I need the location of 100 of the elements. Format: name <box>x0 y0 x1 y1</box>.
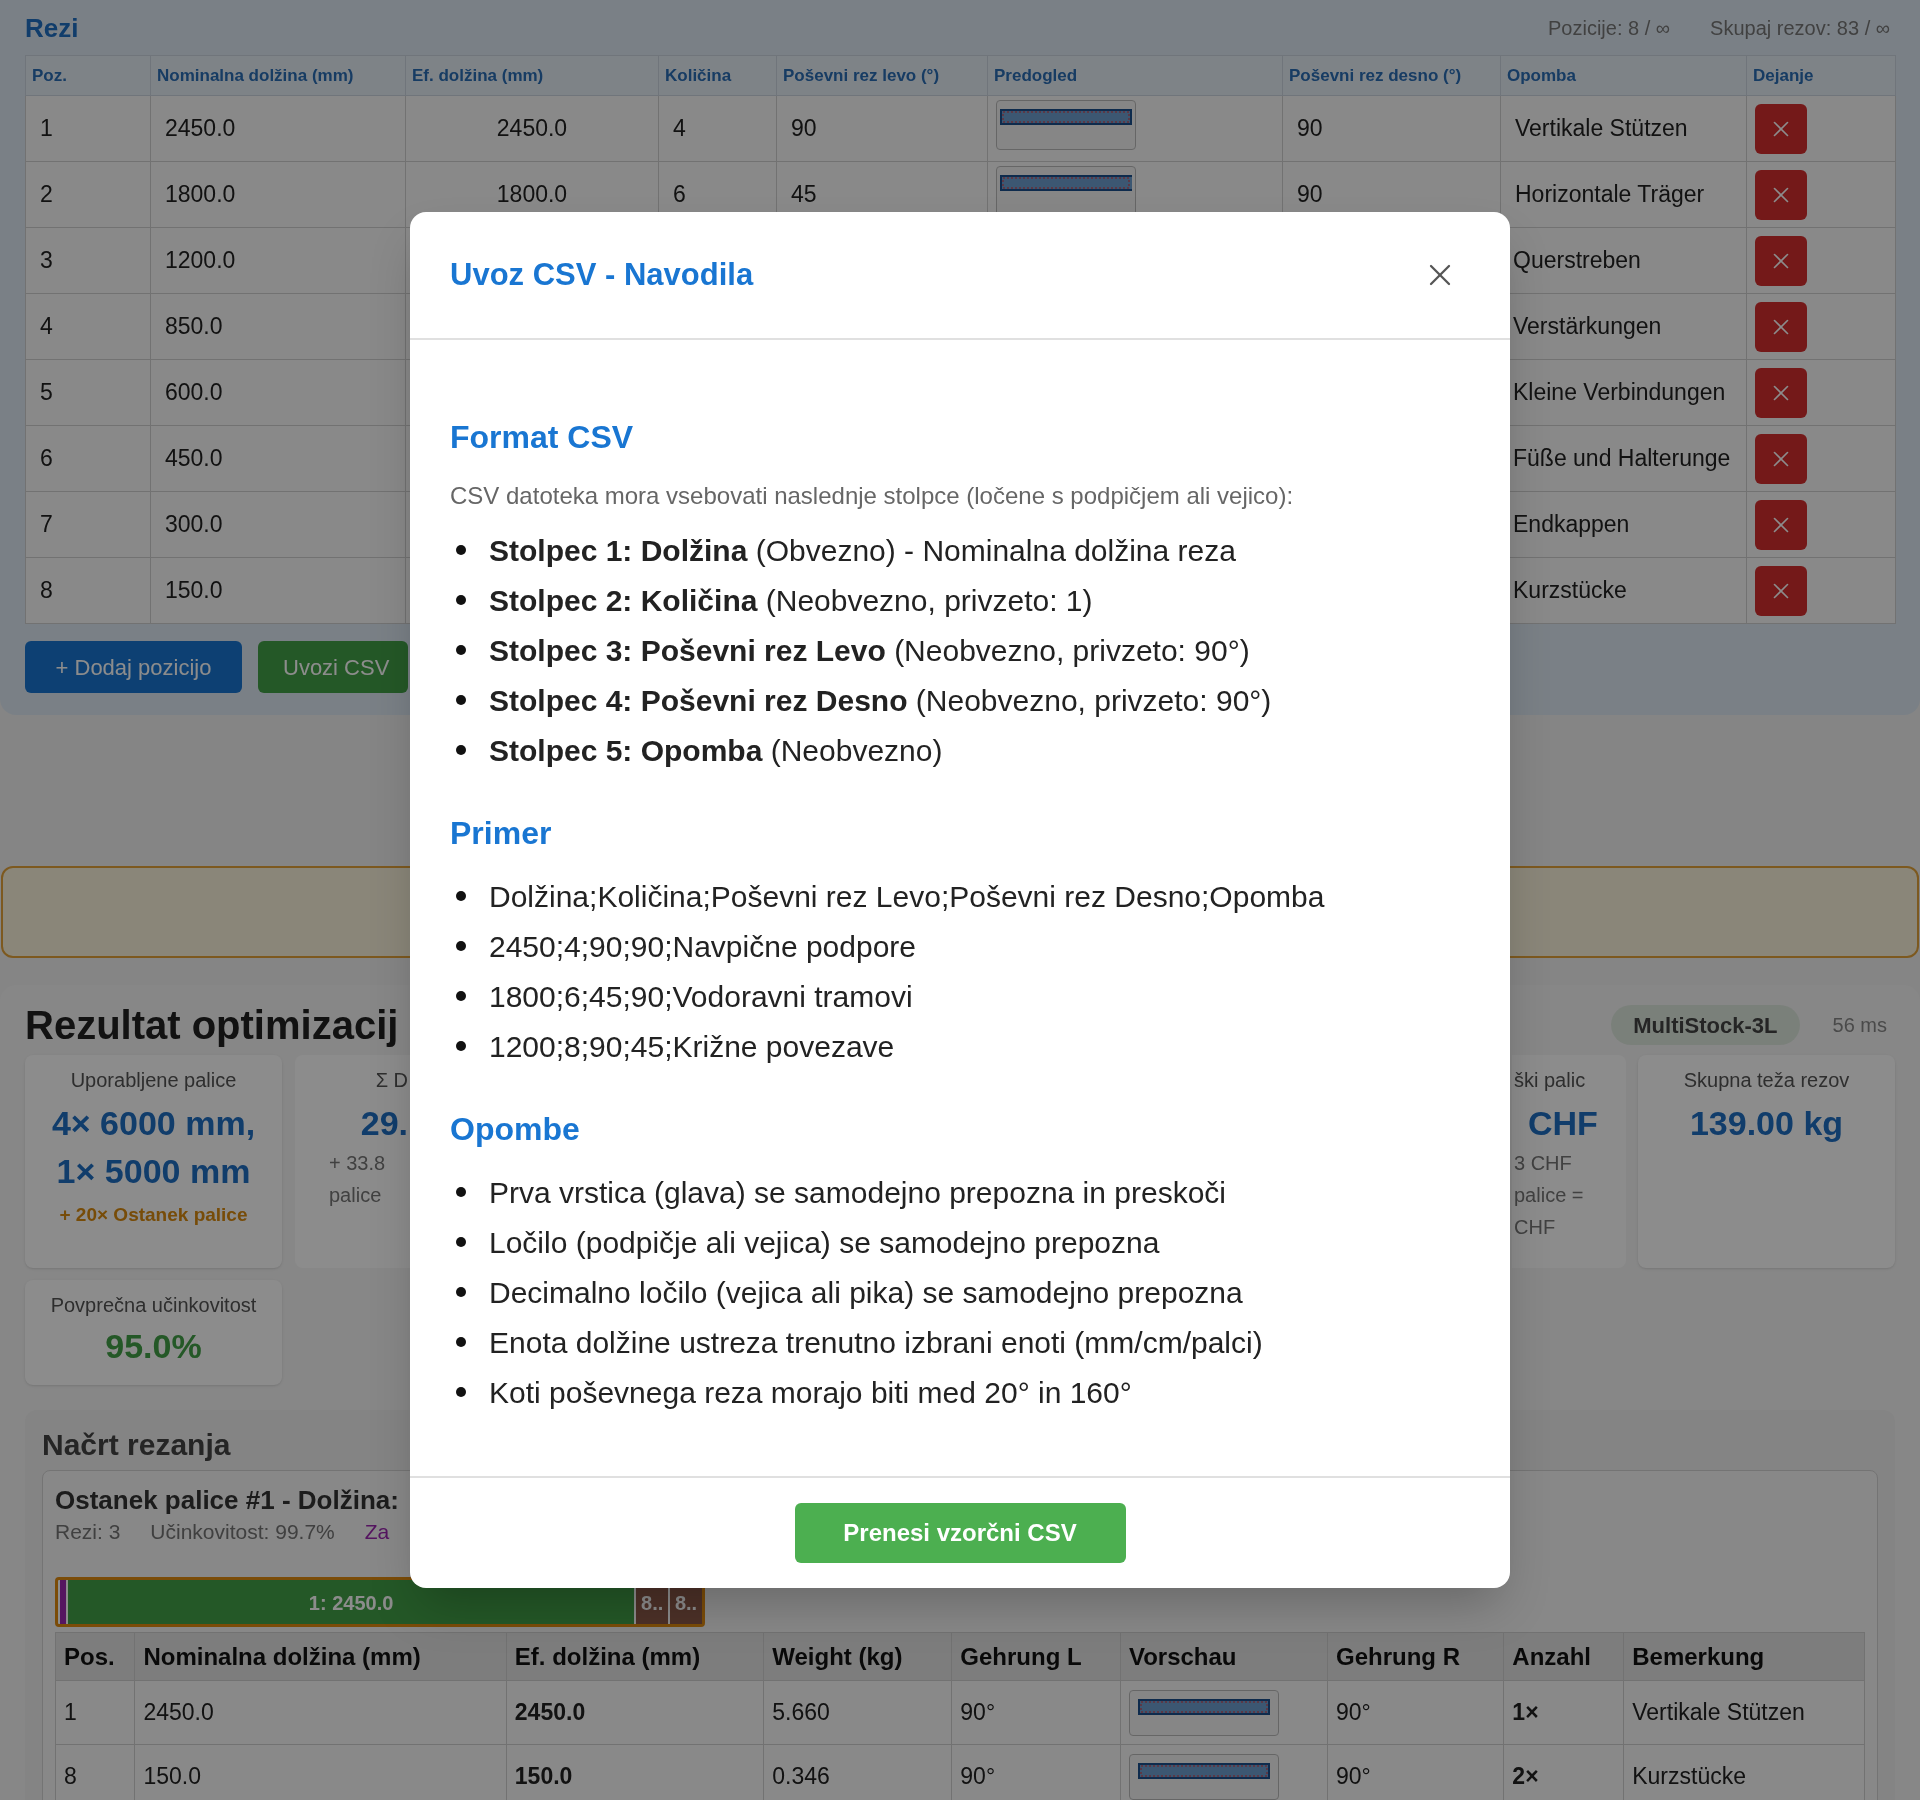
list-item: Stolpec 4: Poševni rez Desno (Neobvezno, privzeto: 90°) <box>489 682 1272 719</box>
bullet-icon <box>456 941 466 951</box>
delete-button[interactable] <box>1755 565 1807 616</box>
table-cell: 90 <box>1282 95 1501 162</box>
column-header: Gehrung R <box>1327 1632 1504 1681</box>
column-header: Poševni rez desno (°) <box>1282 55 1501 96</box>
table-cell: 6 <box>25 425 151 492</box>
list-item: Stolpec 1: Dolžina (Obvezno) - Nominalna dolžina reza <box>489 532 1236 569</box>
list-item: 1800;6;45;90;Vodoravni tramovi <box>489 978 913 1015</box>
stat-detail: palice = <box>1514 1183 1584 1208</box>
table-cell: 1800.0 <box>150 161 406 228</box>
stat-value: 29. <box>360 1103 409 1144</box>
list-item: 1200;8;90;45;Križne povezave <box>489 1028 895 1065</box>
list-item: Stolpec 3: Poševni rez Levo (Neobvezno, privzeto: 90°) <box>489 632 1250 669</box>
list-item: Ločilo (podpičje ali vejica) se samodejno prepozna <box>489 1224 1160 1261</box>
list-item: Enota dolžine ustreza trenutno izbrani enoti (mm/cm/palci) <box>489 1324 1263 1361</box>
table-cell: 4 <box>25 293 151 360</box>
table-cell: 2450.0 <box>405 95 659 162</box>
bullet-icon <box>456 695 466 705</box>
section-heading: Primer <box>450 814 553 853</box>
bullet-icon <box>456 991 466 1001</box>
column-header: Nominalna dolžina (mm) <box>150 55 406 96</box>
table-cell: 2 <box>25 161 151 228</box>
stock-stat: Učinkovitost: 99.7% <box>150 1519 335 1546</box>
table-cell: Vertikale Stützen <box>1500 95 1747 162</box>
table-cell: 4 <box>658 95 777 162</box>
stat-value: CHF <box>1528 1103 1598 1144</box>
table-cell: 90° <box>1327 1680 1504 1745</box>
delete-button[interactable] <box>1755 499 1807 550</box>
column-header: Nominalna dolžina (mm) <box>134 1632 507 1681</box>
column-header: Bemerkung <box>1623 1632 1865 1681</box>
column-header: Dejanje <box>1746 55 1896 96</box>
table-cell: 8 <box>55 1744 135 1800</box>
bullet-icon <box>456 1287 466 1297</box>
positions-count: Pozicije: 8 / ∞ <box>1548 16 1671 41</box>
column-header: Poz. <box>25 55 151 96</box>
delete-button[interactable] <box>1755 235 1807 286</box>
algorithm-badge: MultiStock-3L <box>1611 1005 1800 1045</box>
bullet-icon <box>456 645 466 655</box>
delete-button[interactable] <box>1755 367 1807 418</box>
table-cell: 2450.0 <box>134 1680 507 1745</box>
bullet-icon <box>456 1237 466 1247</box>
section-intro: CSV datoteka mora vsebovati naslednje stolpce (ločene s podpičjem ali vejico): <box>450 481 1295 511</box>
bullet-icon <box>456 891 466 901</box>
stat-label: ški palic <box>1514 1068 1586 1093</box>
bullet-icon <box>456 1337 466 1347</box>
bullet-icon <box>456 745 466 755</box>
stat-detail: + 33.8 <box>328 1151 386 1176</box>
column-header: Količina <box>658 55 777 96</box>
table-cell: 300.0 <box>150 491 406 558</box>
bullet-icon <box>456 595 466 605</box>
table-cell: 3 <box>25 227 151 294</box>
stock-title: Ostanek palice #1 - Dolžina: <box>55 1484 400 1513</box>
download-button[interactable]: Prenesi vzorčni CSV <box>794 1503 1126 1563</box>
column-header: Weight (kg) <box>763 1632 952 1681</box>
column-header: Ef. dolžina (mm) <box>506 1632 764 1681</box>
table-cell: Vertikale Stützen <box>1623 1680 1865 1745</box>
delete-button[interactable] <box>1755 433 1807 484</box>
table-cell: 1 <box>55 1680 135 1745</box>
table-cell: 2450.0 <box>150 95 406 162</box>
column-header: Pos. <box>55 1632 135 1681</box>
delete-button[interactable] <box>1755 301 1807 352</box>
table-cell: 8 <box>25 557 151 624</box>
stat-value: 4× 6000 mm, 1× 5000 mm <box>50 1103 257 1192</box>
list-item: Prva vrstica (glava) se samodejno prepozna in preskoči <box>489 1174 1226 1211</box>
stat-label: Skupna teža rezov <box>1683 1068 1850 1093</box>
stat-detail: 3 CHF <box>1514 1151 1572 1176</box>
results-title: Rezultat optimizacij <box>25 1002 399 1049</box>
table-cell: 1× <box>1503 1680 1624 1745</box>
list-item: Decimalno ločilo (vejica ali pika) se samodejno prepozna <box>489 1274 1243 1311</box>
stat-label: Σ D <box>375 1068 409 1093</box>
delete-button[interactable] <box>1755 169 1807 220</box>
action-button[interactable]: Uvozi CSV <box>258 641 408 693</box>
list-item: Stolpec 2: Količina (Neobvezno, privzeto: 1) <box>489 582 1093 619</box>
section-heading: Opombe <box>450 1110 581 1149</box>
delete-button[interactable] <box>1755 103 1807 154</box>
table-cell: 1200.0 <box>150 227 406 294</box>
stat-detail: CHF <box>1514 1215 1556 1240</box>
column-header: Anzahl <box>1503 1632 1624 1681</box>
column-header: Gehrung L <box>951 1632 1121 1681</box>
column-header: Ef. dolžina (mm) <box>405 55 659 96</box>
timing-label: 56 ms <box>1832 1013 1887 1038</box>
panel-title: Rezi <box>25 11 79 45</box>
action-button[interactable]: + Dodaj pozicijo <box>25 641 242 693</box>
column-header: Opomba <box>1500 55 1747 96</box>
bullet-icon <box>456 1387 466 1397</box>
list-item: 2450;4;90;90;Navpične podpore <box>489 928 916 965</box>
stat-extra: + 20× Ostanek palice <box>59 1203 248 1227</box>
table-cell: 90 <box>776 95 988 162</box>
column-header: Vorschau <box>1120 1632 1328 1681</box>
column-header: Predogled <box>987 55 1283 96</box>
table-cell: 90° <box>951 1680 1121 1745</box>
table-cell: 1 <box>25 95 151 162</box>
kerf-mark <box>60 1580 66 1624</box>
table-cell: 850.0 <box>150 293 406 360</box>
stat-label: Uporabljene palice <box>70 1068 237 1093</box>
table-cell: 5 <box>25 359 151 426</box>
section-heading: Format CSV <box>450 418 635 457</box>
dialog-title: Uvoz CSV - Navodila <box>450 255 754 294</box>
table-cell: 600.0 <box>150 359 406 426</box>
